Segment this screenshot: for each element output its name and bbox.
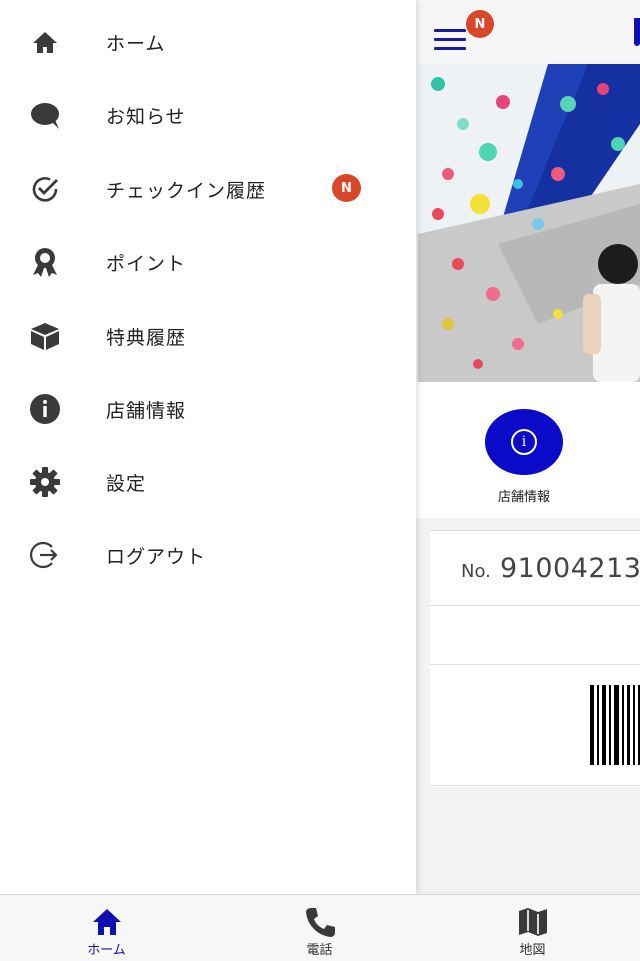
drawer-item-home[interactable]: ホーム xyxy=(0,11,416,71)
map-icon xyxy=(516,905,550,939)
award-ribbon-icon xyxy=(28,245,62,279)
drawer-item-settings[interactable]: 設定 xyxy=(0,451,416,511)
drawer-item-news[interactable]: お知らせ xyxy=(0,84,416,144)
brand-logo-dot xyxy=(634,40,640,46)
drawer-item-checkin-history[interactable]: チェックイン履歴 N xyxy=(0,158,416,218)
drawer-item-label: 設定 xyxy=(106,473,147,495)
drawer-item-label: 店舗情報 xyxy=(106,400,187,422)
box-icon xyxy=(28,319,62,353)
drawer-item-label: ログアウト xyxy=(106,546,207,568)
barcode-image xyxy=(590,685,640,765)
drawer-item-benefit-history[interactable]: 特典履歴 xyxy=(0,305,416,365)
hero-image xyxy=(418,64,640,382)
bottom-tab-bar: ホーム 電話 地図 xyxy=(0,894,640,961)
drawer-item-points[interactable]: ポイント xyxy=(0,231,416,291)
drawer-item-label: ポイント xyxy=(106,253,187,275)
drawer-item-shop-info[interactable]: 店舗情報 xyxy=(0,378,416,438)
app-header: N xyxy=(416,0,640,64)
drawer-item-label: お知らせ xyxy=(106,106,186,128)
drawer-item-label: チェックイン履歴 xyxy=(106,180,267,202)
barcode-row xyxy=(430,665,640,786)
info-icon xyxy=(28,392,62,426)
logout-icon xyxy=(28,538,62,572)
drawer-item-logout[interactable]: ログアウト xyxy=(0,524,416,584)
chat-bubble-icon xyxy=(28,98,62,132)
main-panel: N i 店舗情報 No. 91004213 xyxy=(416,0,640,894)
new-badge: N xyxy=(332,174,361,202)
notification-badge: N xyxy=(466,10,494,38)
home-icon xyxy=(28,25,62,59)
shop-info-button[interactable]: i xyxy=(485,409,563,475)
home-icon xyxy=(90,905,124,939)
gear-icon xyxy=(28,465,62,499)
phone-icon xyxy=(303,905,337,939)
tab-home[interactable]: ホーム xyxy=(0,895,213,961)
tab-map[interactable]: 地図 xyxy=(426,895,639,961)
member-number-row: No. 91004213 xyxy=(430,531,640,606)
check-circle-icon xyxy=(28,172,62,206)
member-card-row xyxy=(430,606,640,665)
tab-phone[interactable]: 電話 xyxy=(213,895,426,961)
tab-label: 地図 xyxy=(519,943,546,958)
tab-label: 電話 xyxy=(306,943,333,958)
shop-info-section: i 店舗情報 xyxy=(416,382,640,518)
member-card: No. 91004213 xyxy=(430,530,640,787)
drawer-item-label: 特典履歴 xyxy=(106,327,187,349)
member-number-label: No. xyxy=(461,561,491,582)
drawer-item-label: ホーム xyxy=(106,33,166,55)
info-icon: i xyxy=(511,429,537,455)
side-drawer: ホーム お知らせ チェックイン履歴 N ポイント 特典履歴 店舗情報 設定 ログ… xyxy=(0,0,416,894)
hamburger-menu-icon[interactable] xyxy=(434,29,466,51)
shop-info-label: 店舗情報 xyxy=(497,490,550,505)
member-number-value: 91004213 xyxy=(500,553,640,584)
tab-label: ホーム xyxy=(87,943,126,958)
